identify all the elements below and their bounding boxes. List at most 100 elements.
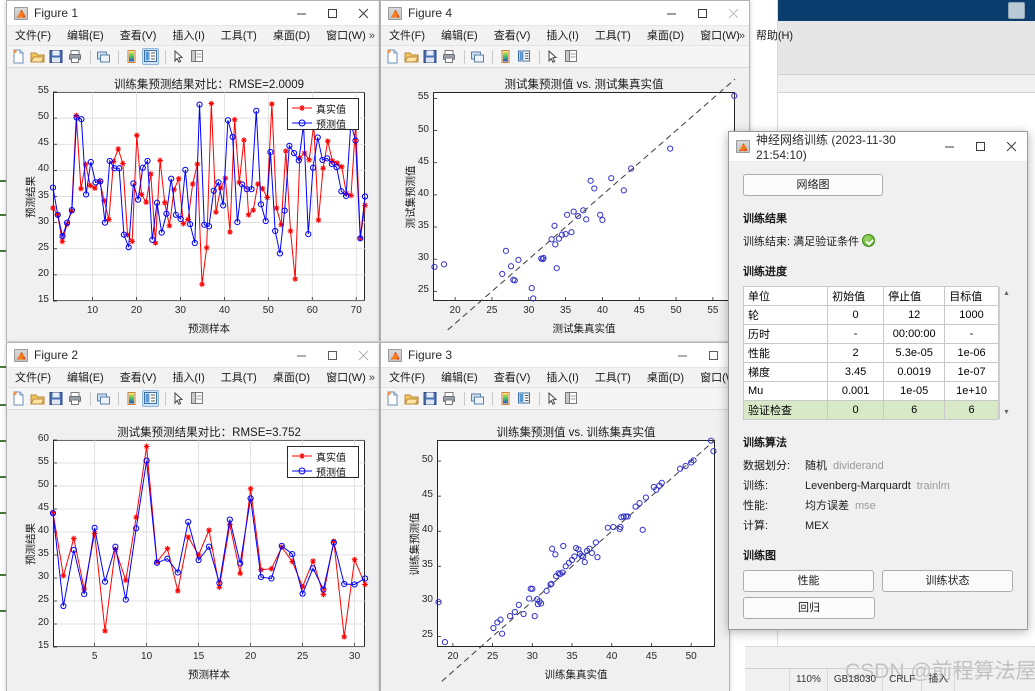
link-plot-icon[interactable]	[469, 48, 486, 65]
maximize-button[interactable]	[687, 1, 718, 26]
menu-help[interactable]: 帮助(H)	[748, 26, 801, 46]
figure1-titlebar[interactable]: Figure 1	[7, 1, 379, 26]
menu-overflow-icon[interactable]: »	[739, 30, 745, 42]
status-encoding[interactable]: GB18030	[828, 669, 884, 691]
status-zoom[interactable]: 110%	[790, 669, 828, 691]
figure4-titlebar[interactable]: Figure 4	[381, 1, 749, 26]
open-icon[interactable]	[403, 390, 420, 407]
menu-tools[interactable]: 工具(T)	[587, 368, 639, 388]
menu-view[interactable]: 查看(V)	[112, 368, 165, 388]
menu-edit[interactable]: 编辑(E)	[59, 368, 112, 388]
new-figure-icon[interactable]	[384, 390, 401, 407]
open-icon[interactable]	[29, 48, 46, 65]
menu-view[interactable]: 查看(V)	[486, 368, 539, 388]
property-inspector-icon[interactable]	[563, 48, 580, 65]
figure2-menubar[interactable]: 文件(F) 编辑(E) 查看(V) 插入(I) 工具(T) 桌面(D) 窗口(W…	[7, 368, 419, 388]
progress-table-scrollbar[interactable]: ▲ ▼	[999, 287, 1012, 419]
maximize-button[interactable]	[317, 343, 348, 368]
new-figure-icon[interactable]	[10, 48, 27, 65]
figure4-toolbar[interactable]	[381, 46, 749, 68]
maximize-button[interactable]	[698, 343, 729, 368]
figure2-toolbar[interactable]	[7, 388, 379, 410]
regression-plot-button[interactable]: 回归	[743, 597, 875, 619]
pointer-icon[interactable]	[544, 48, 561, 65]
network-diagram-button[interactable]: 网络图	[743, 174, 883, 196]
save-icon[interactable]	[422, 48, 439, 65]
menu-window[interactable]: 窗口(W)	[318, 368, 374, 388]
save-icon[interactable]	[48, 48, 65, 65]
status-eol[interactable]: CRLF	[883, 669, 923, 691]
scroll-down-icon[interactable]: ▼	[1000, 406, 1013, 419]
menu-file[interactable]: 文件(F)	[381, 26, 433, 46]
minimize-button[interactable]	[667, 343, 698, 368]
menu-tools[interactable]: 工具(T)	[213, 368, 265, 388]
new-figure-icon[interactable]	[10, 390, 27, 407]
figure1-menubar[interactable]: 文件(F) 编辑(E) 查看(V) 插入(I) 工具(T) 桌面(D) 窗口(W…	[7, 26, 419, 46]
menu-overflow-icon[interactable]: »	[369, 372, 375, 384]
menu-tools[interactable]: 工具(T)	[213, 26, 265, 46]
menu-desktop[interactable]: 桌面(D)	[265, 26, 318, 46]
figure4-menubar[interactable]: 文件(F) 编辑(E) 查看(V) 插入(I) 工具(T) 桌面(D) 窗口(W…	[381, 26, 793, 46]
print-icon[interactable]	[441, 390, 458, 407]
figure-window-3[interactable]: Figure 3 文件(F) 编辑(E) 查看(V) 插入(I) 工具(T) 桌…	[380, 342, 793, 691]
minimize-button[interactable]	[286, 343, 317, 368]
open-icon[interactable]	[29, 390, 46, 407]
nn-training-dialog[interactable]: 神经网络训练 (2023-11-30 21:54:10) 网络图 训练结果 训练…	[728, 131, 1028, 630]
pointer-icon[interactable]	[170, 390, 187, 407]
colorbar-icon[interactable]	[497, 390, 514, 407]
link-plot-icon[interactable]	[469, 390, 486, 407]
close-button[interactable]	[996, 134, 1027, 159]
maximize-button[interactable]	[965, 134, 996, 159]
figure3-menubar[interactable]: 文件(F) 编辑(E) 查看(V) 插入(I) 工具(T) 桌面(D) 窗口(W…	[381, 368, 793, 388]
legend-icon[interactable]	[142, 390, 159, 407]
menu-insert[interactable]: 插入(I)	[164, 26, 212, 46]
figure2-titlebar[interactable]: Figure 2	[7, 343, 379, 368]
property-inspector-icon[interactable]	[189, 390, 206, 407]
legend-icon[interactable]	[516, 390, 533, 407]
minimize-button[interactable]	[656, 1, 687, 26]
menu-insert[interactable]: 插入(I)	[164, 368, 212, 388]
save-icon[interactable]	[48, 390, 65, 407]
menu-desktop[interactable]: 桌面(D)	[639, 368, 692, 388]
nn-dialog-titlebar[interactable]: 神经网络训练 (2023-11-30 21:54:10)	[729, 132, 1027, 162]
figure-window-1[interactable]: Figure 1 文件(F) 编辑(E) 查看(V) 插入(I) 工具(T) 桌…	[6, 0, 419, 341]
property-inspector-icon[interactable]	[563, 390, 580, 407]
property-inspector-icon[interactable]	[189, 48, 206, 65]
figure3-toolbar[interactable]	[381, 388, 729, 410]
new-figure-icon[interactable]	[384, 48, 401, 65]
pointer-icon[interactable]	[544, 390, 561, 407]
scroll-up-icon[interactable]: ▲	[1000, 287, 1013, 300]
minimize-button[interactable]	[286, 1, 317, 26]
menu-desktop[interactable]: 桌面(D)	[265, 368, 318, 388]
menu-file[interactable]: 文件(F)	[7, 368, 59, 388]
close-button[interactable]	[718, 1, 749, 26]
open-icon[interactable]	[403, 48, 420, 65]
legend-icon[interactable]	[516, 48, 533, 65]
colorbar-icon[interactable]	[123, 390, 140, 407]
close-button[interactable]	[348, 1, 379, 26]
colorbar-icon[interactable]	[123, 48, 140, 65]
minimize-button[interactable]	[934, 134, 965, 159]
training-state-plot-button[interactable]: 训练状态	[882, 570, 1013, 592]
menu-insert[interactable]: 插入(I)	[538, 26, 586, 46]
status-mode[interactable]: 插入	[922, 669, 956, 691]
menu-tools[interactable]: 工具(T)	[587, 26, 639, 46]
pointer-icon[interactable]	[170, 48, 187, 65]
save-icon[interactable]	[422, 390, 439, 407]
menu-view[interactable]: 查看(V)	[112, 26, 165, 46]
menu-overflow-icon[interactable]: »	[369, 30, 375, 42]
link-plot-icon[interactable]	[95, 48, 112, 65]
menu-window[interactable]: 窗口(W)	[318, 26, 374, 46]
legend-icon[interactable]	[142, 48, 159, 65]
close-button[interactable]	[348, 343, 379, 368]
figure3-titlebar[interactable]: Figure 3	[381, 343, 729, 368]
menu-edit[interactable]: 编辑(E)	[59, 26, 112, 46]
menu-file[interactable]: 文件(F)	[381, 368, 433, 388]
performance-plot-button[interactable]: 性能	[743, 570, 874, 592]
print-icon[interactable]	[67, 48, 84, 65]
print-icon[interactable]	[67, 390, 84, 407]
figure1-toolbar[interactable]	[7, 46, 379, 68]
print-icon[interactable]	[441, 48, 458, 65]
menu-edit[interactable]: 编辑(E)	[433, 26, 486, 46]
menu-edit[interactable]: 编辑(E)	[433, 368, 486, 388]
